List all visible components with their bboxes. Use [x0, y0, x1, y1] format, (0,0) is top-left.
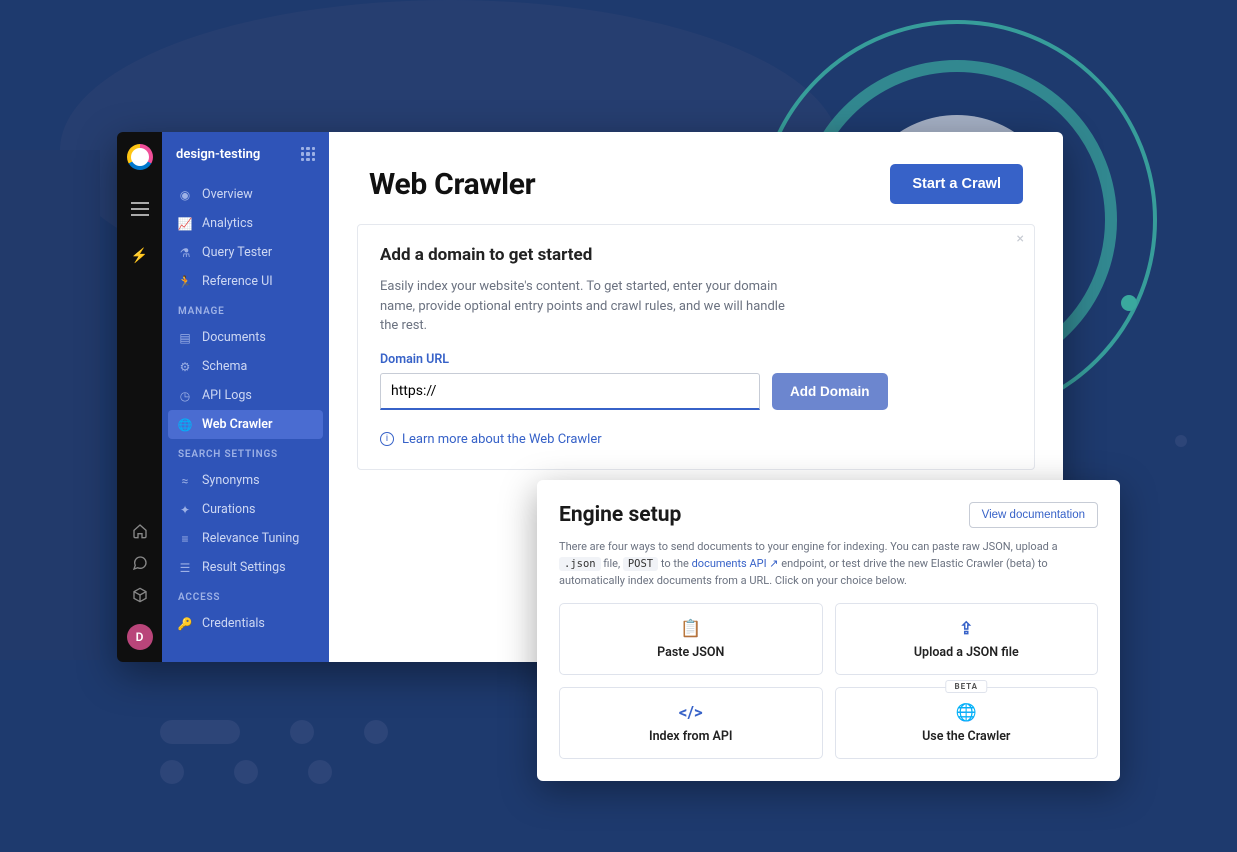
sidebar-item-synonyms[interactable]: ≈ Synonyms: [168, 466, 323, 495]
sidebar-item-schema[interactable]: ⚙ Schema: [168, 352, 323, 381]
tile-label: Paste JSON: [657, 645, 724, 660]
sidebar-item-web-crawler[interactable]: 🌐 Web Crawler: [168, 410, 323, 439]
beta-badge: BETA: [946, 680, 987, 693]
apps-grid-icon[interactable]: [301, 147, 315, 161]
sidebar-item-label: Relevance Tuning: [202, 531, 299, 546]
clock-icon: ◷: [178, 389, 192, 403]
sidebar-item-label: API Logs: [202, 388, 252, 403]
add-domain-card: × Add a domain to get started Easily ind…: [357, 224, 1035, 470]
user-avatar[interactable]: D: [127, 624, 153, 650]
sidebar-item-analytics[interactable]: 📈 Analytics: [168, 209, 323, 238]
documents-api-link[interactable]: documents API ↗: [692, 557, 779, 570]
sidebar-item-query-tester[interactable]: ⚗ Query Tester: [168, 238, 323, 267]
sidebar-item-label: Query Tester: [202, 245, 272, 260]
sidebar-item-label: Curations: [202, 502, 255, 517]
sidebar-item-result-settings[interactable]: ☰ Result Settings: [168, 553, 323, 582]
synonyms-icon: ≈: [178, 474, 192, 488]
engine-setup-description: There are four ways to send documents to…: [559, 538, 1098, 589]
binoculars-icon: ◉: [178, 188, 192, 202]
documents-icon: ▤: [178, 331, 192, 345]
sidebar: design-testing ◉ Overview 📈 Analytics ⚗ Query…: [162, 132, 329, 662]
paste-icon: 📋: [680, 619, 701, 639]
engine-setup-title: Engine setup: [559, 503, 681, 527]
sidebar-item-label: Credentials: [202, 616, 265, 631]
gear-icon: ⚙: [178, 360, 192, 374]
globe-icon: 🌐: [178, 418, 192, 432]
card-title: Add a domain to get started: [380, 245, 1012, 265]
cube-icon[interactable]: [131, 586, 149, 604]
sidebar-item-reference-ui[interactable]: 🏃 Reference UI: [168, 267, 323, 296]
nav-group-label: ACCESS: [168, 582, 323, 609]
page-title: Web Crawler: [369, 167, 535, 202]
add-domain-button[interactable]: Add Domain: [772, 373, 888, 410]
globe-icon: 🌐: [956, 703, 977, 723]
tuning-icon: ≡: [178, 532, 192, 546]
sidebar-item-curations[interactable]: ✦ Curations: [168, 495, 323, 524]
learn-more-label: Learn more about the Web Crawler: [402, 432, 602, 447]
tile-label: Index from API: [649, 729, 733, 744]
engine-tile-index-from-api[interactable]: </> Index from API: [559, 687, 823, 759]
tile-label: Use the Crawler: [922, 729, 1010, 744]
engine-setup-panel: Engine setup View documentation There ar…: [537, 480, 1120, 781]
sidebar-item-label: Analytics: [202, 216, 253, 231]
running-icon: 🏃: [178, 275, 192, 289]
sidebar-header: design-testing: [162, 132, 329, 176]
sidebar-item-label: Overview: [202, 187, 253, 202]
home-icon[interactable]: [131, 522, 149, 540]
sidebar-item-label: Documents: [202, 330, 266, 345]
nav-group-label: SEARCH SETTINGS: [168, 439, 323, 466]
sidebar-item-overview[interactable]: ◉ Overview: [168, 180, 323, 209]
code-post: POST: [623, 557, 658, 571]
sidebar-item-credentials[interactable]: 🔑 Credentials: [168, 609, 323, 638]
engine-tile-upload-a-json-file[interactable]: ⇪ Upload a JSON file: [835, 603, 1099, 675]
sidebar-item-label: Reference UI: [202, 274, 273, 289]
chat-icon[interactable]: [131, 554, 149, 572]
card-description: Easily index your website's content. To …: [380, 277, 800, 336]
nav-group-label: MANAGE: [168, 296, 323, 323]
menu-icon[interactable]: [131, 202, 149, 216]
engine-tile-use-the-crawler[interactable]: BETA🌐Use the Crawler: [835, 687, 1099, 759]
info-icon: i: [380, 432, 394, 446]
domain-url-input[interactable]: [380, 373, 760, 410]
sidebar-item-label: Web Crawler: [202, 417, 273, 432]
analytics-icon: 📈: [178, 217, 192, 231]
sidebar-item-label: Synonyms: [202, 473, 260, 488]
learn-more-link[interactable]: i Learn more about the Web Crawler: [380, 432, 1012, 447]
domain-url-label: Domain URL: [380, 352, 1012, 367]
curations-icon: ✦: [178, 503, 192, 517]
sidebar-item-relevance-tuning[interactable]: ≡ Relevance Tuning: [168, 524, 323, 553]
sidebar-item-label: Result Settings: [202, 560, 286, 575]
start-crawl-button[interactable]: Start a Crawl: [890, 164, 1023, 204]
code-json: .json: [559, 557, 601, 571]
results-icon: ☰: [178, 561, 192, 575]
engine-name: design-testing: [176, 147, 260, 162]
engine-tile-paste-json[interactable]: 📋 Paste JSON: [559, 603, 823, 675]
upload-icon: ⇪: [959, 619, 973, 639]
code-icon: </>: [679, 703, 703, 723]
close-icon[interactable]: ×: [1017, 231, 1024, 247]
key-icon: 🔑: [178, 617, 192, 631]
sidebar-item-api-logs[interactable]: ◷ API Logs: [168, 381, 323, 410]
product-logo[interactable]: [127, 144, 153, 170]
bolt-icon[interactable]: ⚡: [131, 248, 148, 264]
sidebar-item-label: Schema: [202, 359, 247, 374]
view-documentation-button[interactable]: View documentation: [969, 502, 1098, 528]
sidebar-item-documents[interactable]: ▤ Documents: [168, 323, 323, 352]
tile-label: Upload a JSON file: [914, 645, 1019, 660]
flask-icon: ⚗: [178, 246, 192, 260]
nav-rail: ⚡ D: [117, 132, 162, 662]
